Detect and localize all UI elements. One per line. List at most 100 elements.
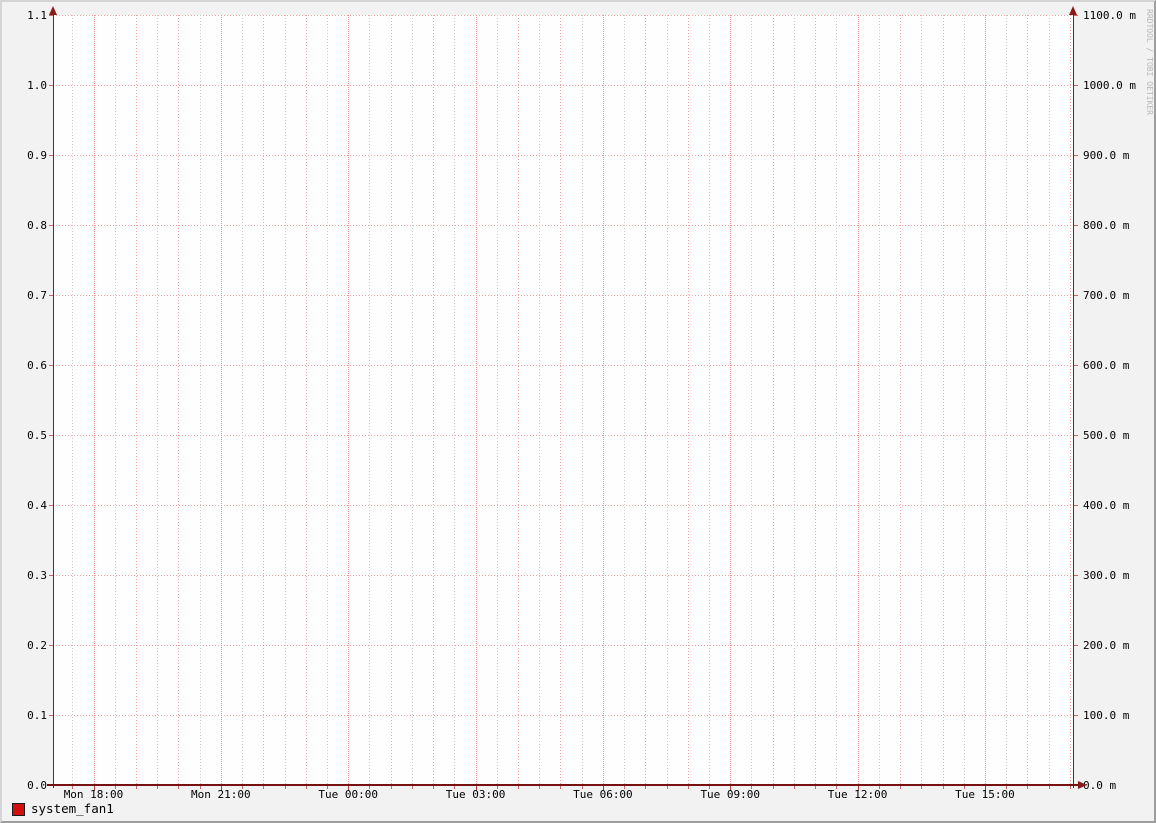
gridline-v xyxy=(963,15,965,785)
y-axis-right-label: 0.0 m xyxy=(1083,779,1117,792)
gridline-v xyxy=(1006,15,1008,785)
gridline-v xyxy=(878,15,880,785)
gridline-h xyxy=(53,715,1073,716)
y-tick-right xyxy=(1074,15,1078,16)
gridline-v xyxy=(709,15,711,785)
gridline-v xyxy=(984,15,986,785)
gridline-v xyxy=(390,15,392,785)
y-axis-arrow-left xyxy=(49,6,57,15)
y-tick-right xyxy=(1074,155,1078,156)
gridline-v xyxy=(730,15,732,785)
y-tick-right xyxy=(1074,225,1078,226)
x-axis-label: Mon 21:00 xyxy=(191,788,251,801)
gridline-v xyxy=(178,15,180,785)
y-axis-right-label: 100.0 m xyxy=(1083,709,1130,722)
x-axis-label: Tue 12:00 xyxy=(827,788,888,801)
gridline-h xyxy=(53,85,1073,86)
gridline-v xyxy=(263,15,265,785)
y-tick-right xyxy=(1074,575,1078,576)
y-axis-left-label: 0.8 xyxy=(27,219,47,232)
gridline-h xyxy=(53,15,1073,16)
gridline-v xyxy=(72,15,74,785)
y-tick-right xyxy=(1074,365,1078,366)
y-axis-left-label: 0.1 xyxy=(27,709,47,722)
x-axis-arrow xyxy=(1078,781,1087,789)
gridline-h xyxy=(53,155,1073,156)
gridline-v xyxy=(581,15,583,785)
gridline-h xyxy=(53,575,1073,576)
gridline-v xyxy=(242,15,244,785)
y-tick-right xyxy=(1074,295,1078,296)
gridline-v xyxy=(93,15,95,785)
y-axis-right-label: 800.0 m xyxy=(1083,219,1130,232)
y-axis-right-label: 1000.0 m xyxy=(1083,79,1136,92)
x-axis-label: Tue 03:00 xyxy=(445,788,506,801)
y-axis-line-right xyxy=(1073,9,1074,788)
gridline-v xyxy=(1069,15,1071,785)
y-axis-left-label: 0.7 xyxy=(27,289,47,302)
gridline-v xyxy=(369,15,371,785)
x-axis-line xyxy=(47,784,1079,786)
y-axis-left-label: 0.3 xyxy=(27,569,47,582)
y-tick-right xyxy=(1074,645,1078,646)
gridline-h xyxy=(53,645,1073,646)
rrdtool-graph: 0.0 0.0 m 0.1 100.0 m 0.2 200.0 m 0.3 300.0 m 0.… xyxy=(0,0,1156,823)
x-tick xyxy=(793,786,795,789)
y-axis-left-label: 0.5 xyxy=(27,429,47,442)
y-axis-right-label: 900.0 m xyxy=(1083,149,1130,162)
y-tick-right xyxy=(1074,435,1078,436)
y-axis-right-label: 400.0 m xyxy=(1083,499,1130,512)
gridline-h xyxy=(53,505,1073,506)
y-axis-right-label: 700.0 m xyxy=(1083,289,1130,302)
y-axis-left-label: 0.6 xyxy=(27,359,47,372)
x-tick xyxy=(284,786,286,789)
gridline-v xyxy=(433,15,435,785)
gridline-v xyxy=(1048,15,1050,785)
y-axis-arrow-right xyxy=(1069,6,1077,15)
gridline-v xyxy=(411,15,413,785)
x-tick xyxy=(666,786,668,789)
x-tick xyxy=(539,786,541,789)
x-axis-label: Tue 06:00 xyxy=(573,788,633,801)
gridline-v xyxy=(624,15,626,785)
y-axis-left-label: 1.0 xyxy=(27,79,47,92)
gridline-v xyxy=(836,15,838,785)
x-tick xyxy=(921,786,923,789)
y-tick-right xyxy=(1074,505,1078,506)
gridline-v xyxy=(284,15,286,785)
gridline-v xyxy=(645,15,647,785)
gridline-v xyxy=(326,15,328,785)
y-axis-line-left xyxy=(53,9,54,788)
gridline-v xyxy=(793,15,795,785)
y-axis-right-label: 1100.0 m xyxy=(1083,9,1136,22)
x-tick xyxy=(157,786,159,789)
plot-canvas xyxy=(53,15,1073,785)
y-tick-right xyxy=(1074,715,1078,716)
gridline-v xyxy=(921,15,923,785)
gridline-h xyxy=(53,225,1073,226)
y-axis-left-label: 1.1 xyxy=(27,9,47,22)
gridline-v xyxy=(900,15,902,785)
gridline-h xyxy=(53,435,1073,436)
x-axis-label: Mon 18:00 xyxy=(63,788,124,801)
gridline-v xyxy=(751,15,753,785)
gridline-v xyxy=(602,15,604,785)
x-tick xyxy=(411,786,413,789)
gridline-v xyxy=(857,15,859,785)
x-tick xyxy=(1048,786,1050,789)
y-axis-left-label: 0.2 xyxy=(27,639,47,652)
x-axis-label: Tue 09:00 xyxy=(700,788,761,801)
gridline-v xyxy=(772,15,774,785)
x-axis-label: Tue 15:00 xyxy=(955,788,1015,801)
gridline-v xyxy=(114,15,116,785)
gridline-v xyxy=(135,15,137,785)
y-axis-right-label: 600.0 m xyxy=(1083,359,1130,372)
gridline-v xyxy=(518,15,519,785)
gridline-v xyxy=(348,15,350,785)
y-axis-right-label: 300.0 m xyxy=(1083,569,1130,582)
gridline-v xyxy=(475,15,477,785)
gridline-v xyxy=(199,15,201,785)
gridline-v xyxy=(305,15,307,785)
y-axis-left-label: 0.9 xyxy=(27,149,47,162)
gridline-v xyxy=(815,15,817,785)
